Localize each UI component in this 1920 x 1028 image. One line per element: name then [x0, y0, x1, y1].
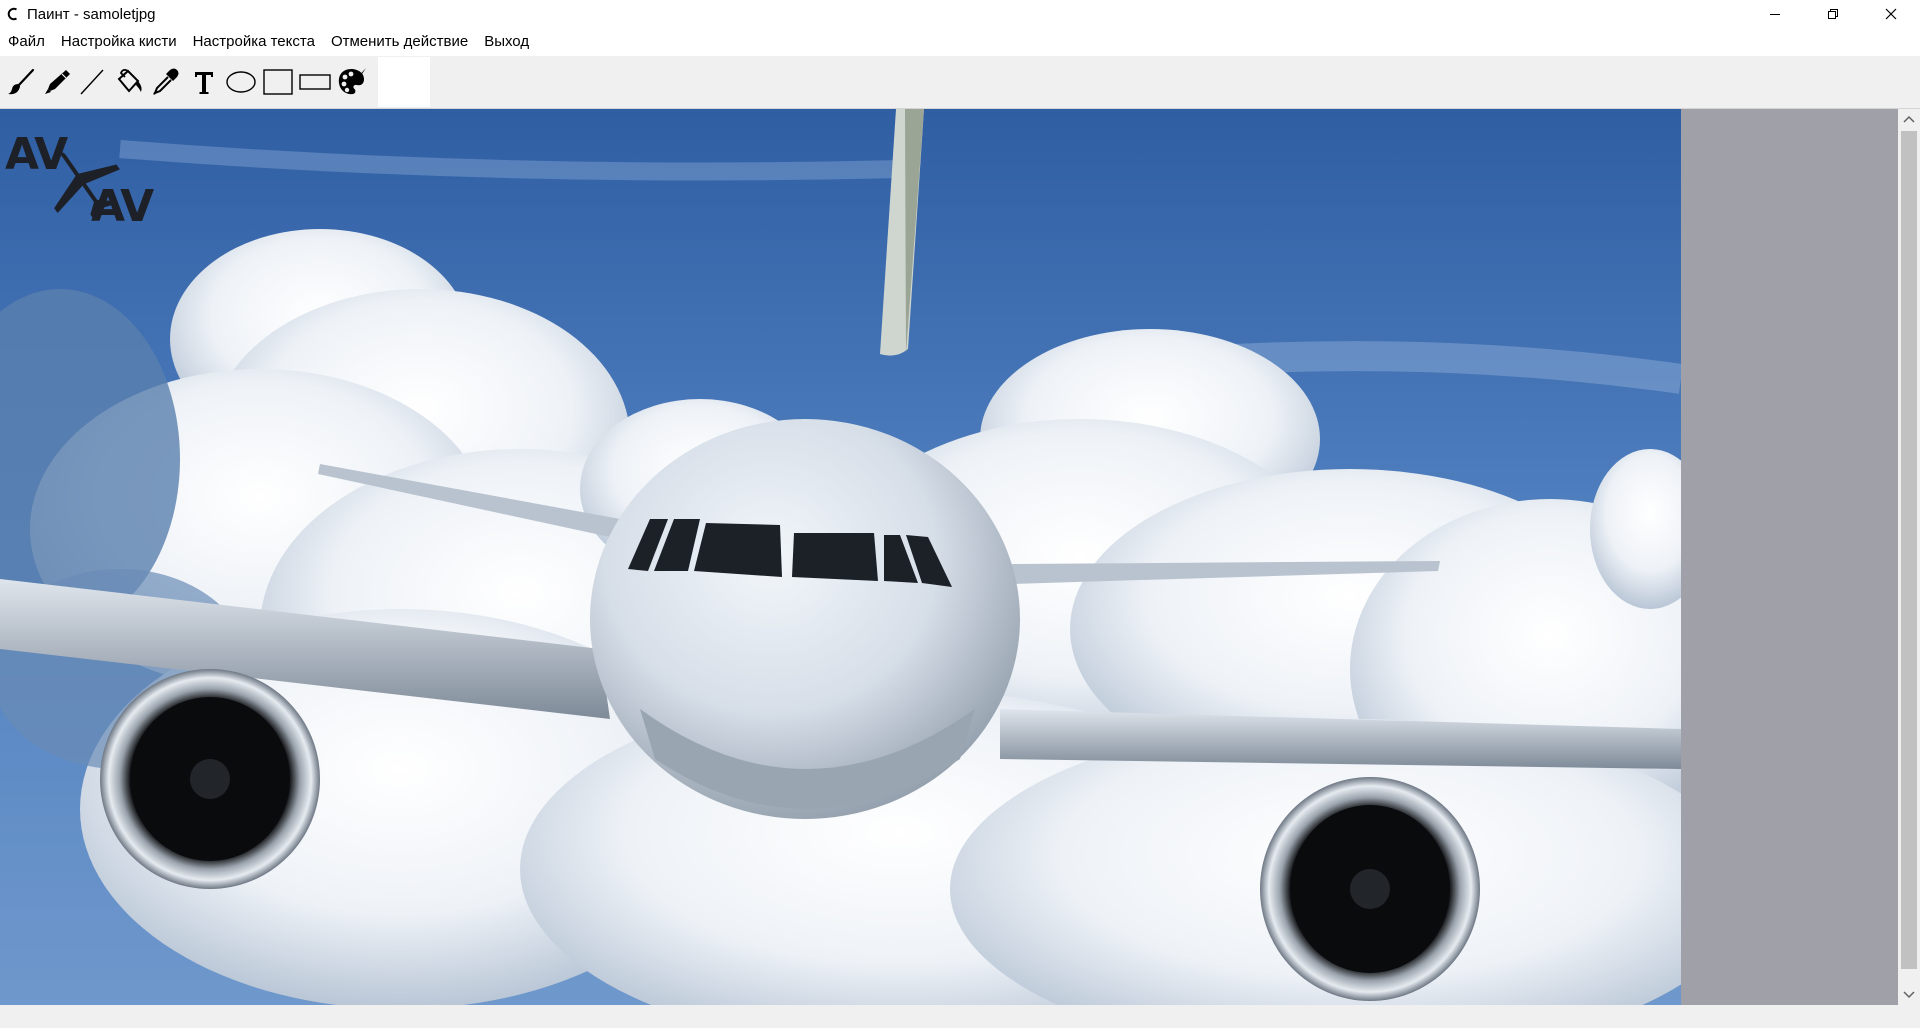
menu-text-settings[interactable]: Настройка текста [185, 29, 323, 54]
line-icon [80, 69, 104, 95]
window-title: Паинт - samoletjpg [27, 5, 156, 23]
minimize-button[interactable] [1746, 0, 1804, 28]
fill-tool[interactable] [112, 65, 146, 99]
menu-undo[interactable]: Отменить действие [323, 29, 476, 54]
palette-icon [338, 68, 366, 95]
menu-file[interactable]: Файл [0, 29, 53, 54]
brush-tool[interactable] [4, 65, 38, 99]
text-tool-icon [195, 72, 213, 94]
menu-bar: Файл Настройка кисти Настройка текста От… [0, 29, 1920, 54]
ellipse-icon [226, 71, 256, 93]
square-icon [263, 69, 293, 95]
paint-bucket-icon [117, 68, 142, 93]
line-tool[interactable] [75, 65, 109, 99]
title-bar: Паинт - samoletjpg [0, 0, 1920, 28]
status-bar [0, 1005, 1920, 1028]
canvas-area[interactable]: AV AV [0, 109, 1898, 1005]
ellipse-tool[interactable] [224, 65, 258, 99]
watermark-text-bottom: AV [91, 181, 154, 232]
scroll-down-button[interactable] [1898, 985, 1920, 1005]
window-controls [1746, 0, 1920, 28]
brush-icon [8, 68, 35, 95]
eyedropper-icon [153, 68, 179, 95]
marker-tool[interactable] [40, 65, 74, 99]
rectangle-tool[interactable] [298, 65, 332, 99]
menu-brush-settings[interactable]: Настройка кисти [53, 29, 185, 54]
vertical-scrollbar[interactable] [1898, 109, 1920, 1005]
text-tool[interactable] [187, 65, 221, 99]
canvas-image[interactable] [0, 109, 1681, 1005]
chevron-up-icon [1903, 115, 1915, 123]
toolbar [0, 56, 1920, 109]
chevron-down-icon [1903, 991, 1915, 999]
close-button[interactable] [1862, 0, 1920, 28]
menu-exit[interactable]: Выход [476, 29, 537, 54]
square-tool[interactable] [261, 65, 295, 99]
restore-icon [1828, 9, 1838, 19]
watermark-logo: AV AV [5, 129, 175, 232]
minimize-icon [1770, 14, 1780, 15]
marker-icon [45, 70, 70, 94]
scroll-thumb[interactable] [1901, 131, 1917, 969]
rectangle-icon [299, 74, 331, 90]
current-color-swatch[interactable] [378, 57, 430, 107]
restore-button[interactable] [1804, 0, 1862, 28]
app-icon [7, 7, 17, 21]
scroll-up-button[interactable] [1898, 109, 1920, 129]
color-picker-tool[interactable] [335, 65, 369, 99]
eyedropper-tool[interactable] [148, 65, 182, 99]
close-icon [1885, 8, 1897, 20]
